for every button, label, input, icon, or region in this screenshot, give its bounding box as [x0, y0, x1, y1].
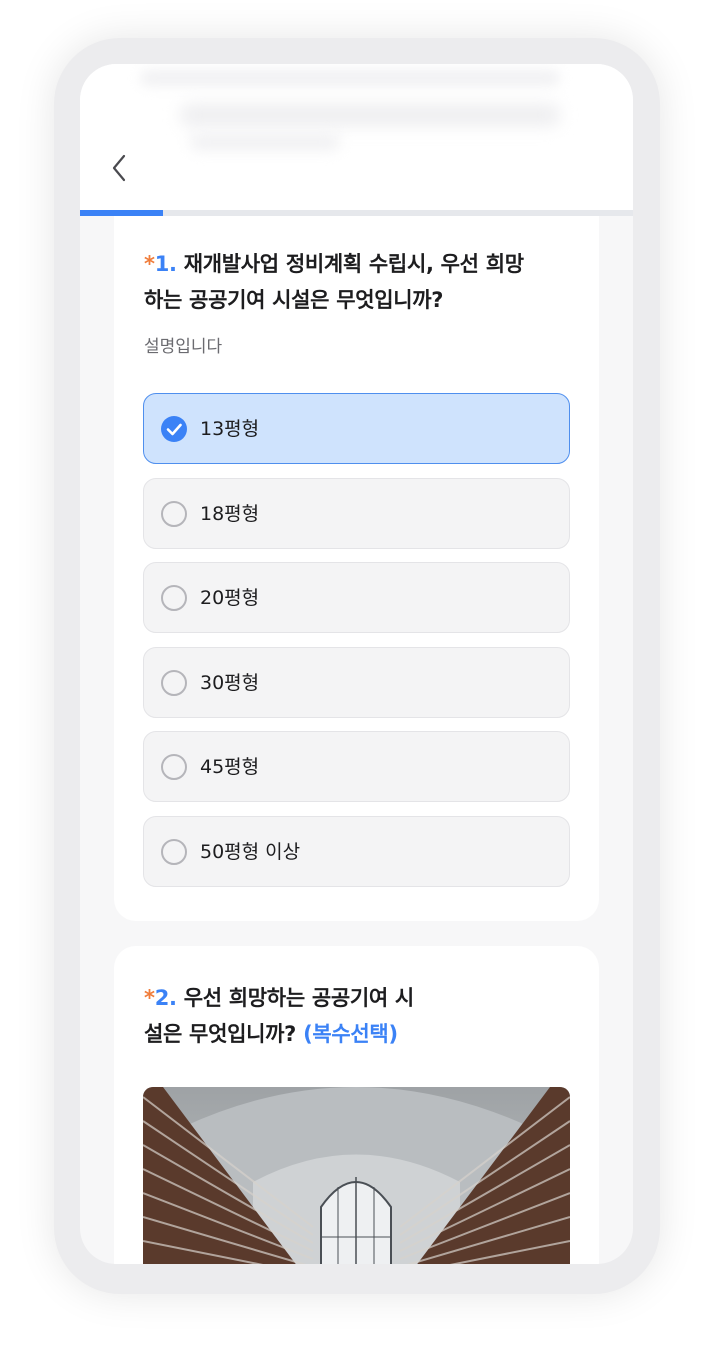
question-number: 1. [154, 252, 177, 276]
option-item[interactable]: 30평형 [143, 646, 570, 718]
option-label: 18평형 [200, 502, 260, 525]
radio-empty-icon [161, 585, 187, 611]
header [80, 64, 633, 210]
question-number: 2. [154, 986, 177, 1010]
option-label: 20평형 [200, 587, 260, 609]
question-title-line-1: *1. 재개발사업 정비계획 수립시, 우선 희망 [144, 246, 564, 282]
required-mark: * [144, 986, 155, 1010]
question-text-1: 우선 희망하는 공공기여 시 [183, 986, 415, 1010]
question-title-line-1: *2. 우선 희망하는 공공기여 시 [144, 980, 564, 1016]
chevron-left-icon [112, 154, 126, 182]
back-button[interactable] [104, 150, 136, 186]
question-title-line-2: 설은 무엇입니까? (복수선택) [144, 1016, 564, 1052]
option-item[interactable]: 18평형 [143, 477, 570, 549]
screen: *1. 재개발사업 정비계획 수립시, 우선 희망 하는 공공기여 시설은 무엇… [80, 64, 633, 1264]
question-text-2: 설은 무엇입니까? [144, 1022, 297, 1046]
check-circle-icon [161, 416, 187, 442]
option-item[interactable]: 45평형 [143, 731, 570, 802]
option-label: 50평형 이상 [200, 840, 301, 863]
option-label: 30평형 [200, 671, 260, 694]
question-card-2: *2. 우선 희망하는 공공기여 시 설은 무엇입니까? (복수선택) [114, 946, 599, 1264]
option-item[interactable]: 20평형 [143, 562, 570, 633]
question-title: *1. 재개발사업 정비계획 수립시, 우선 희망 하는 공공기여 시설은 무엇… [144, 246, 564, 318]
question-description: 설명입니다 [144, 337, 223, 357]
blurred-header-text [180, 104, 560, 126]
option-item[interactable]: 50평형 이상 [143, 815, 570, 887]
question-text-1: 재개발사업 정비계획 수립시, 우선 희망 [183, 252, 524, 276]
blurred-header-subtext [190, 134, 340, 150]
blurred-status-area [140, 70, 560, 86]
option-item[interactable]: 13평형 [143, 393, 570, 464]
multi-select-label: (복수선택) [303, 1022, 398, 1046]
library-image [143, 1087, 570, 1264]
radio-empty-icon [161, 500, 187, 527]
option-label: 45평형 [200, 756, 260, 778]
radio-empty-icon [161, 669, 187, 696]
option-label: 13평형 [200, 418, 260, 440]
radio-empty-icon [161, 838, 187, 865]
library-image-graphic [143, 1087, 570, 1264]
question-title: *2. 우선 희망하는 공공기여 시 설은 무엇입니까? (복수선택) [144, 980, 564, 1052]
radio-empty-icon [161, 754, 187, 780]
required-mark: * [144, 252, 155, 276]
question-card-1: *1. 재개발사업 정비계획 수립시, 우선 희망 하는 공공기여 시설은 무엇… [114, 216, 599, 921]
question-title-line-2: 하는 공공기여 시설은 무엇입니까? [144, 288, 444, 312]
